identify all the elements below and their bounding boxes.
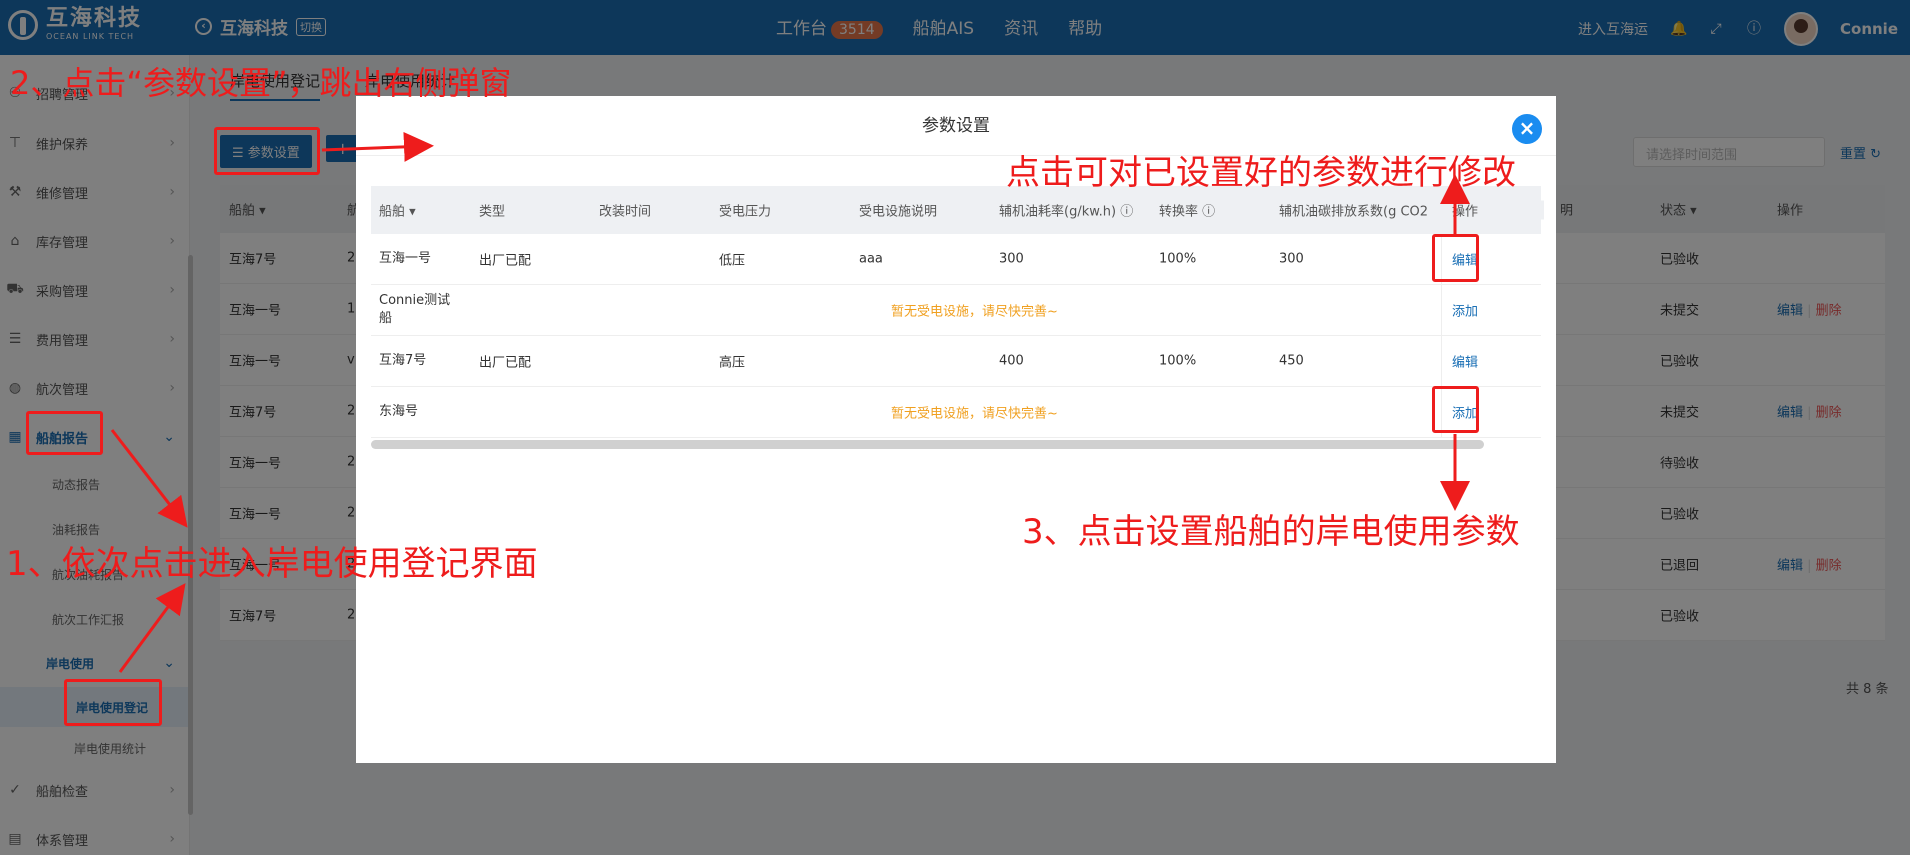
param-table: 船舶 ▾ 类型 改装时间 受电压力 受电设施说明 辅机油耗率(g/kw.h) ⓘ…: [371, 186, 1544, 438]
param-ship: 互海7号: [379, 353, 427, 368]
col-fuel-rate-label: 辅机油耗率(g/kw.h): [999, 204, 1117, 220]
col-refit-time: 改装时间: [599, 204, 652, 220]
col-ship[interactable]: 船舶 ▾: [379, 201, 416, 220]
fixed-column-divider: [1441, 285, 1442, 335]
highlight-param-button: [214, 127, 320, 175]
col-carbon-coef: 辅机油碳排放系数(g CO2: [1279, 204, 1429, 220]
param-pressure: 低压: [719, 253, 746, 269]
fixed-column-divider: [1441, 336, 1442, 386]
param-ship: 互海一号: [379, 251, 432, 266]
highlight-ship-report: [26, 411, 103, 455]
param-ship: 东海号: [379, 404, 419, 419]
highlight-shore-register: [64, 679, 162, 726]
info-icon[interactable]: ⓘ: [1202, 205, 1215, 220]
param-conversion: 100%: [1159, 353, 1197, 369]
param-type: 出厂已配: [479, 253, 532, 269]
param-row: 互海7号 出厂已配 高压 400 100% 450 编辑: [371, 336, 1541, 387]
annotation-step2: 2、点击“参数设置”，跳出右侧弹窗: [10, 64, 512, 102]
info-icon[interactable]: ⓘ: [1120, 205, 1133, 220]
param-type: 出厂已配: [479, 355, 532, 371]
col-conversion: 转换率 ⓘ: [1159, 201, 1215, 220]
empty-notice: 暂无受电设施，请尽快完善~: [891, 304, 1058, 320]
param-carbon-coef: 300: [1279, 251, 1304, 267]
param-row: Connie测试船 暂无受电设施，请尽快完善~ 添加: [371, 285, 1541, 336]
annotation-edit-note: 点击可对已设置好的参数进行修改: [1006, 153, 1516, 193]
annotation-step1: 1、依次点击进入岸电使用登记界面: [6, 544, 538, 584]
close-icon[interactable]: ×: [1512, 114, 1542, 144]
param-fuel-rate: 300: [999, 251, 1024, 267]
horizontal-scrollbar[interactable]: [371, 440, 1484, 449]
col-ops: 操作: [1444, 200, 1544, 220]
highlight-edit-link: [1432, 234, 1479, 282]
add-link[interactable]: 添加: [1452, 301, 1478, 320]
param-conversion: 100%: [1159, 251, 1197, 267]
param-pressure: 高压: [719, 355, 746, 371]
col-facility-desc: 受电设施说明: [859, 204, 938, 220]
empty-notice: 暂无受电设施，请尽快完善~: [891, 406, 1058, 422]
param-settings-modal: 参数设置 × 船舶 ▾ 类型 改装时间 受电压力 受电设施说明 辅机油耗率(g/…: [356, 96, 1556, 763]
col-ship-label: 船舶: [379, 204, 406, 220]
col-conversion-label: 转换率: [1159, 204, 1199, 220]
annotation-step3: 3、点击设置船舶的岸电使用参数: [1022, 512, 1520, 552]
highlight-add-link: [1432, 386, 1479, 433]
param-row: 东海号 暂无受电设施，请尽快完善~ 添加: [371, 387, 1541, 438]
param-desc: aaa: [859, 251, 883, 267]
edit-link[interactable]: 编辑: [1452, 352, 1478, 371]
col-pressure: 受电压力: [719, 204, 772, 220]
param-row: 互海一号 出厂已配 低压 aaa 300 100% 300 编辑: [371, 234, 1541, 285]
col-type: 类型: [479, 204, 506, 220]
col-fuel-rate: 辅机油耗率(g/kw.h) ⓘ: [999, 201, 1133, 220]
param-fuel-rate: 400: [999, 353, 1024, 369]
param-carbon-coef: 450: [1279, 353, 1304, 369]
param-ship: Connie测试船: [379, 293, 451, 326]
